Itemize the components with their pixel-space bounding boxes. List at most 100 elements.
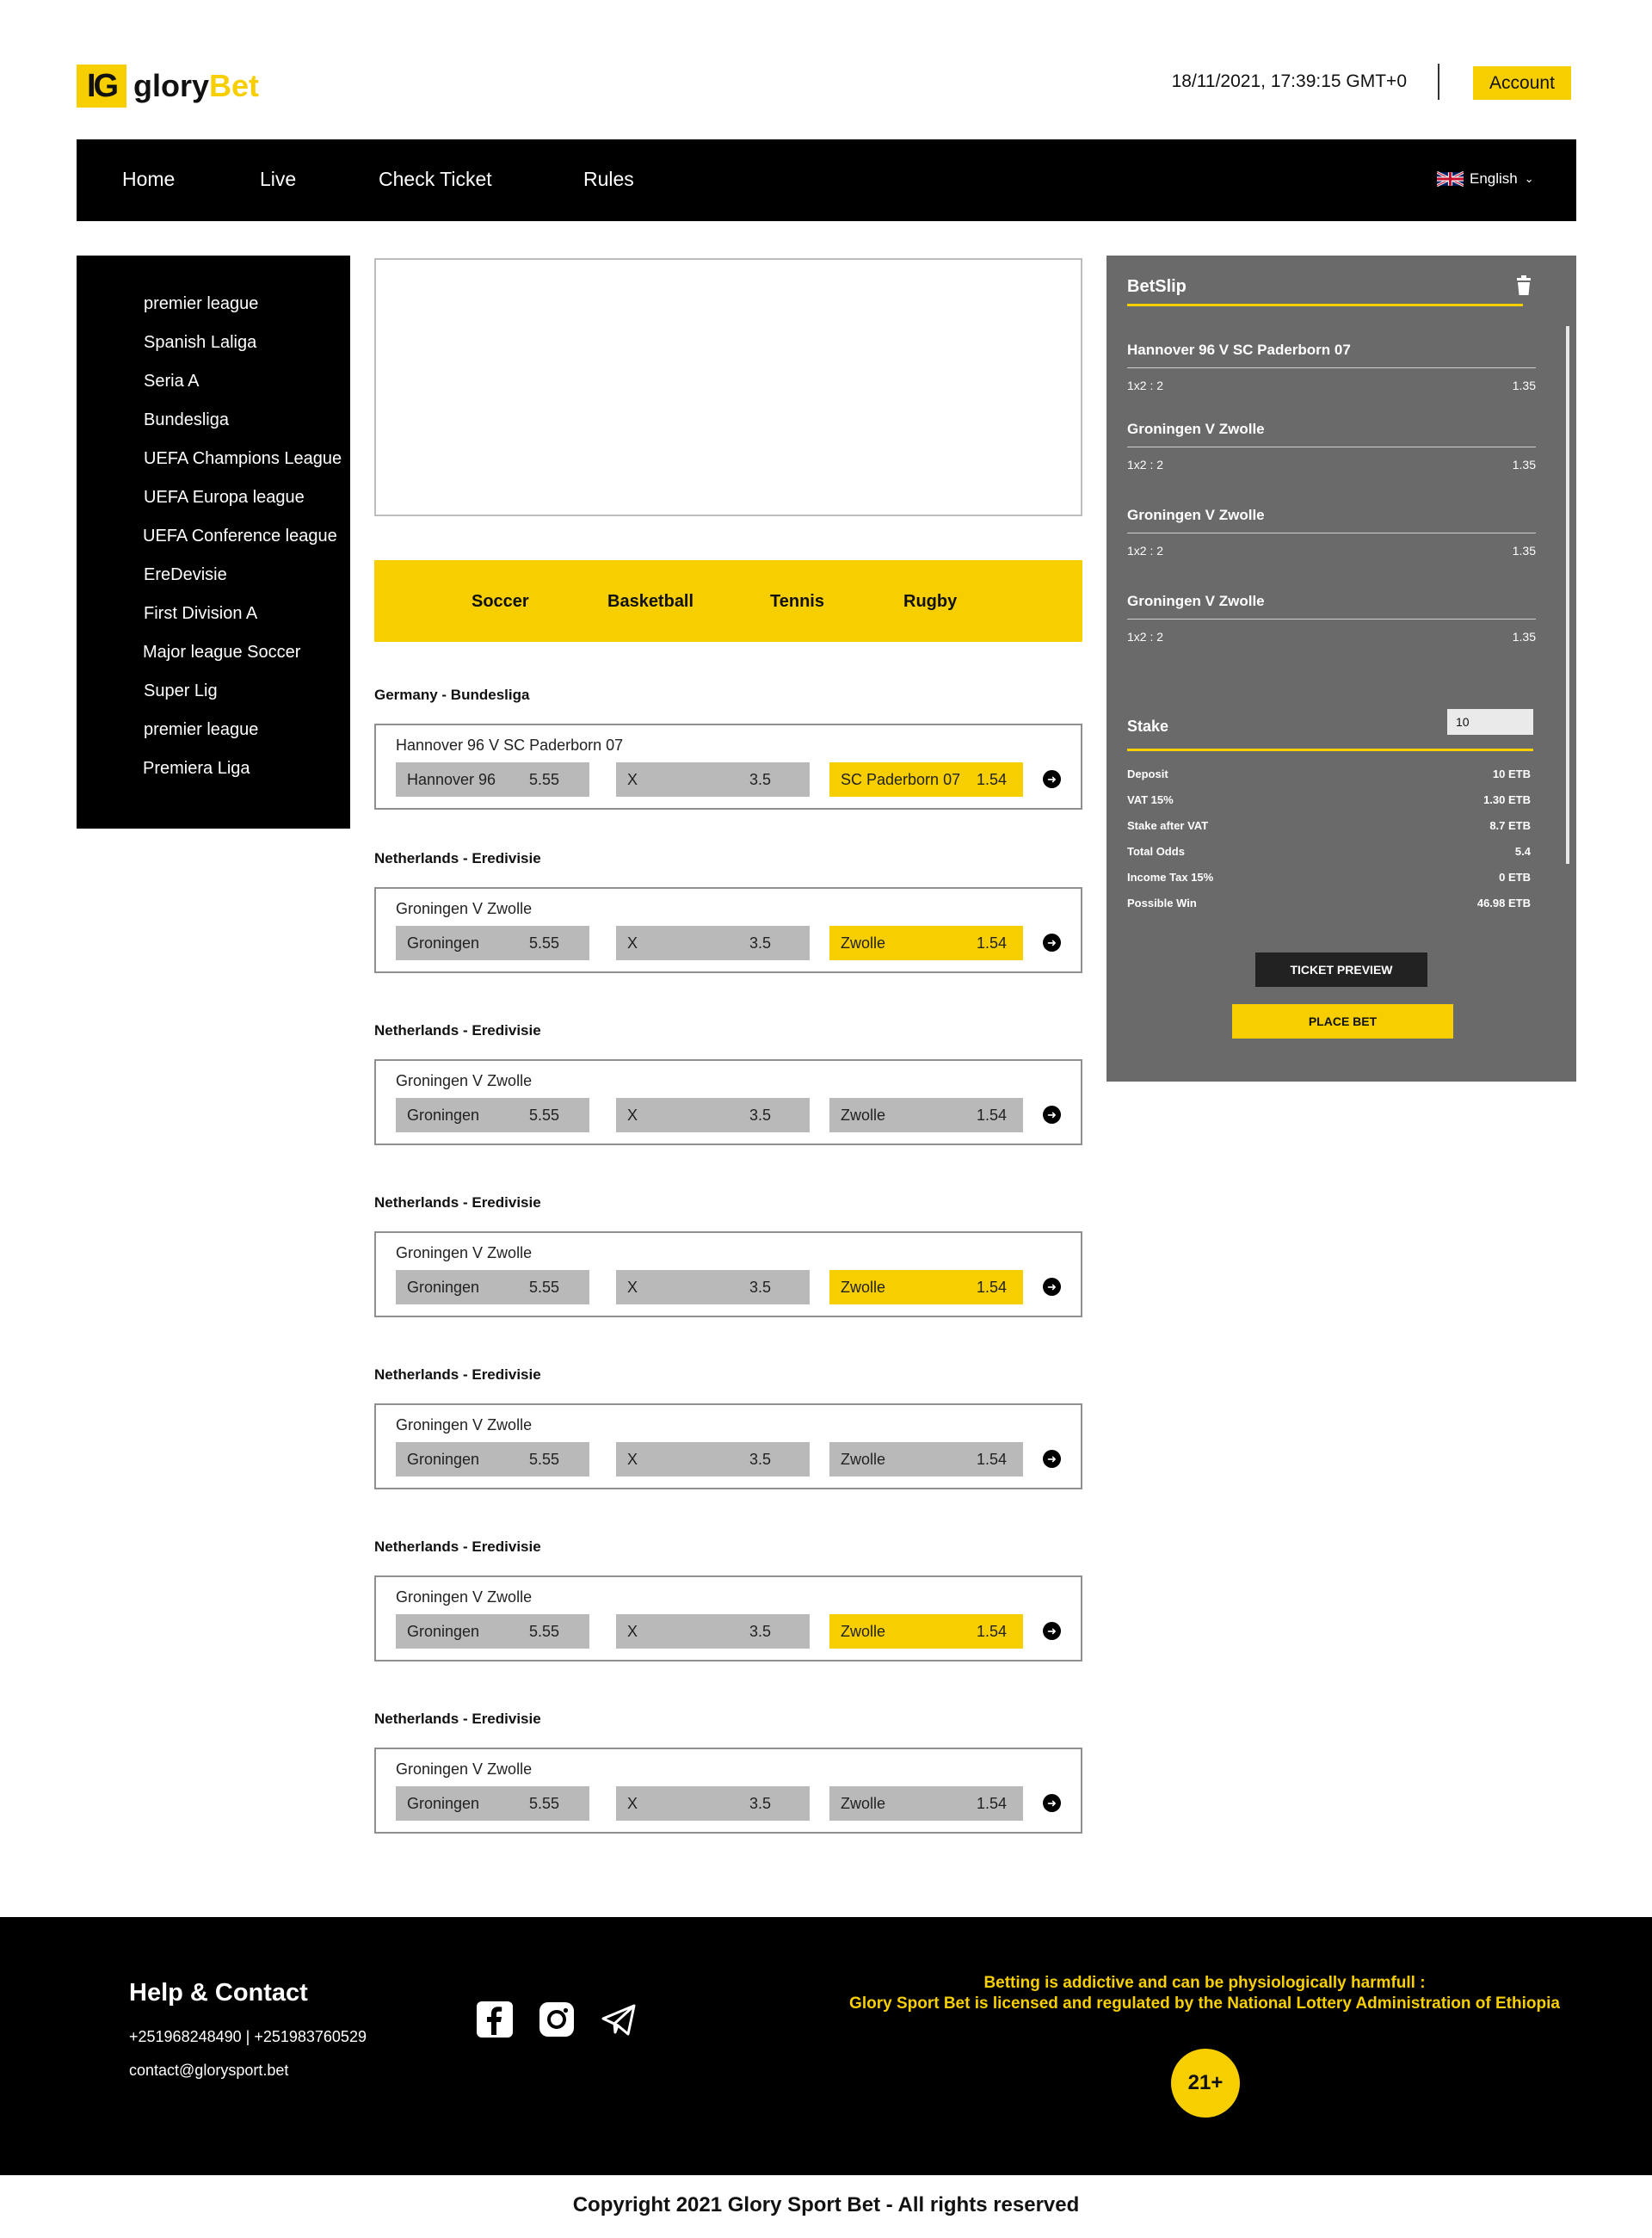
nav-item-rules[interactable]: Rules — [583, 168, 634, 191]
odd-label: X — [627, 1279, 638, 1296]
trash-icon[interactable] — [1514, 275, 1533, 296]
stake-label: Stake — [1127, 718, 1169, 735]
logo-mark: IG — [77, 65, 126, 108]
odd-home-button[interactable]: Groningen 5.55 — [396, 1442, 589, 1477]
odd-label: Groningen — [407, 934, 480, 952]
copyright: Copyright 2021 Glory Sport Bet - All rig… — [572, 2193, 1080, 2216]
arrow-right-icon[interactable]: ➜ — [1043, 1450, 1061, 1468]
odd-value: 1.54 — [976, 1451, 1007, 1468]
odd-home-button[interactable]: Groningen 5.55 — [396, 926, 589, 960]
odd-away-button[interactable]: SC Paderborn 07 1.54 — [829, 762, 1023, 797]
odd-home-button[interactable]: Groningen 5.55 — [396, 1786, 589, 1821]
arrow-right-icon[interactable]: ➜ — [1043, 1106, 1061, 1124]
sidebar-item-conference-league[interactable]: UEFA Conference league — [143, 527, 337, 546]
sidebar-item-premier-league[interactable]: premier league — [144, 294, 258, 314]
contact-phones: +251968248490 | +251983760529 — [129, 2028, 367, 2045]
sidebar-item-super-lig[interactable]: Super Lig — [144, 681, 218, 701]
arrow-right-icon[interactable]: ➜ — [1043, 1622, 1061, 1640]
odd-draw-button[interactable]: X 3.5 — [616, 926, 810, 960]
odd-label: Zwolle — [841, 1107, 886, 1124]
odd-label: Zwolle — [841, 1279, 886, 1296]
selection-odd: 1.35 — [1512, 379, 1536, 392]
sidebar-item-first-division-a[interactable]: First Division A — [144, 604, 257, 624]
tab-soccer[interactable]: Soccer — [472, 592, 529, 612]
tab-rugby[interactable]: Rugby — [903, 592, 957, 612]
contact-email[interactable]: contact@glorysport.bet — [129, 2062, 288, 2080]
language-label: English — [1470, 170, 1518, 187]
arrow-right-icon[interactable]: ➜ — [1043, 1278, 1061, 1296]
nav-item-check-ticket[interactable]: Check Ticket — [379, 168, 492, 191]
summary-value: 1.30 ETB — [1483, 793, 1531, 806]
sidebar-item-bundesliga[interactable]: Bundesliga — [144, 410, 229, 430]
summary-vat: VAT 15% 1.30 ETB — [1127, 793, 1533, 809]
betslip-title: BetSlip — [1127, 277, 1187, 296]
nav-item-home[interactable]: Home — [122, 168, 175, 191]
odd-label: X — [627, 771, 638, 788]
help-contact-title: Help & Contact — [129, 1979, 308, 2007]
uk-flag-icon — [1437, 170, 1464, 188]
odd-draw-button[interactable]: X 3.5 — [616, 1270, 810, 1304]
sidebar-item-spanish-laliga[interactable]: Spanish Laliga — [144, 333, 256, 353]
odd-label: Groningen — [407, 1795, 480, 1812]
nav-item-live[interactable]: Live — [260, 168, 296, 191]
match-card: Groningen V Zwolle Groningen 5.55 X 3.5 Zw… — [374, 1231, 1082, 1317]
odd-draw-button[interactable]: X 3.5 — [616, 762, 810, 797]
odd-value: 1.54 — [976, 1107, 1007, 1124]
selection-match: Groningen V Zwolle — [1127, 593, 1265, 609]
warning-line-2: Glory Sport Bet is licensed and regulate… — [849, 1994, 1560, 2013]
odd-draw-button[interactable]: X 3.5 — [616, 1786, 810, 1821]
odd-value: 5.55 — [528, 1451, 559, 1468]
selection-row: 1x2 : 2 1.35 — [1127, 544, 1536, 561]
place-bet-button[interactable]: PLACE BET — [1232, 1004, 1453, 1039]
odd-away-button[interactable]: Zwolle 1.54 — [829, 926, 1023, 960]
league-title: Netherlands - Eredivisie — [374, 1711, 541, 1727]
arrow-right-icon[interactable]: ➜ — [1043, 770, 1061, 788]
tab-tennis[interactable]: Tennis — [770, 592, 824, 612]
betslip-selection: Groningen V Zwolle 1x2 : 2 1.35 — [1127, 593, 1536, 647]
language-selector[interactable]: English ⌄ — [1437, 170, 1534, 188]
arrow-right-icon[interactable]: ➜ — [1043, 1794, 1061, 1812]
arrow-right-icon[interactable]: ➜ — [1043, 934, 1061, 952]
telegram-icon[interactable] — [600, 2001, 638, 2038]
odd-away-button[interactable]: Zwolle 1.54 — [829, 1614, 1023, 1649]
stake-input[interactable] — [1447, 709, 1533, 735]
odd-label: Zwolle — [841, 934, 886, 952]
odd-away-button[interactable]: Zwolle 1.54 — [829, 1270, 1023, 1304]
odd-value: 1.54 — [976, 934, 1007, 952]
odd-value: 5.55 — [528, 1623, 559, 1640]
odd-draw-button[interactable]: X 3.5 — [616, 1442, 810, 1477]
sidebar-item-premiera-liga[interactable]: Premiera Liga — [143, 759, 250, 779]
odd-away-button[interactable]: Zwolle 1.54 — [829, 1098, 1023, 1132]
summary-possible-win: Possible Win 46.98 ETB — [1127, 897, 1533, 912]
sidebar-item-champions-league[interactable]: UEFA Champions League — [144, 449, 342, 469]
odd-draw-button[interactable]: X 3.5 — [616, 1098, 810, 1132]
odd-home-button[interactable]: Groningen 5.55 — [396, 1270, 589, 1304]
odd-value: 5.55 — [528, 1279, 559, 1296]
tab-basketball[interactable]: Basketball — [607, 592, 693, 612]
odd-away-button[interactable]: Zwolle 1.54 — [829, 1786, 1023, 1821]
match-name: Groningen V Zwolle — [396, 1588, 533, 1606]
ticket-preview-button[interactable]: TICKET PREVIEW — [1255, 953, 1427, 987]
sidebar-item-seria-a[interactable]: Seria A — [144, 372, 199, 391]
match-card: Groningen V Zwolle Groningen 5.55 X 3.5 Zw… — [374, 1575, 1082, 1662]
sidebar-item-europa-league[interactable]: UEFA Europa league — [144, 488, 305, 508]
summary-value: 46.98 ETB — [1476, 897, 1531, 909]
odd-draw-button[interactable]: X 3.5 — [616, 1614, 810, 1649]
odd-away-button[interactable]: Zwolle 1.54 — [829, 1442, 1023, 1477]
odd-home-button[interactable]: Hannover 96 5.55 — [396, 762, 589, 797]
sidebar-item-premier-league-2[interactable]: premier league — [144, 720, 258, 740]
sidebar-item-major-league-soccer[interactable]: Major league Soccer — [143, 643, 300, 663]
facebook-icon[interactable] — [476, 2001, 514, 2038]
logo[interactable]: IG gloryBet — [77, 65, 259, 108]
warning-line-1: Betting is addictive and can be physiolo… — [983, 1974, 1426, 1992]
selection-row: 1x2 : 2 1.35 — [1127, 630, 1536, 647]
odd-home-button[interactable]: Groningen 5.55 — [396, 1614, 589, 1649]
summary-income-tax: Income Tax 15% 0 ETB — [1127, 871, 1533, 886]
betslip-scrollbar[interactable] — [1566, 326, 1569, 864]
sidebar-item-eredevisie[interactable]: EreDevisie — [144, 565, 227, 585]
instagram-icon[interactable] — [538, 2001, 576, 2038]
account-button[interactable]: Account — [1473, 66, 1571, 100]
odd-label: Zwolle — [841, 1795, 886, 1812]
odd-home-button[interactable]: Groningen 5.55 — [396, 1098, 589, 1132]
match-card: Hannover 96 V SC Paderborn 07 Hannover 9… — [374, 724, 1082, 810]
